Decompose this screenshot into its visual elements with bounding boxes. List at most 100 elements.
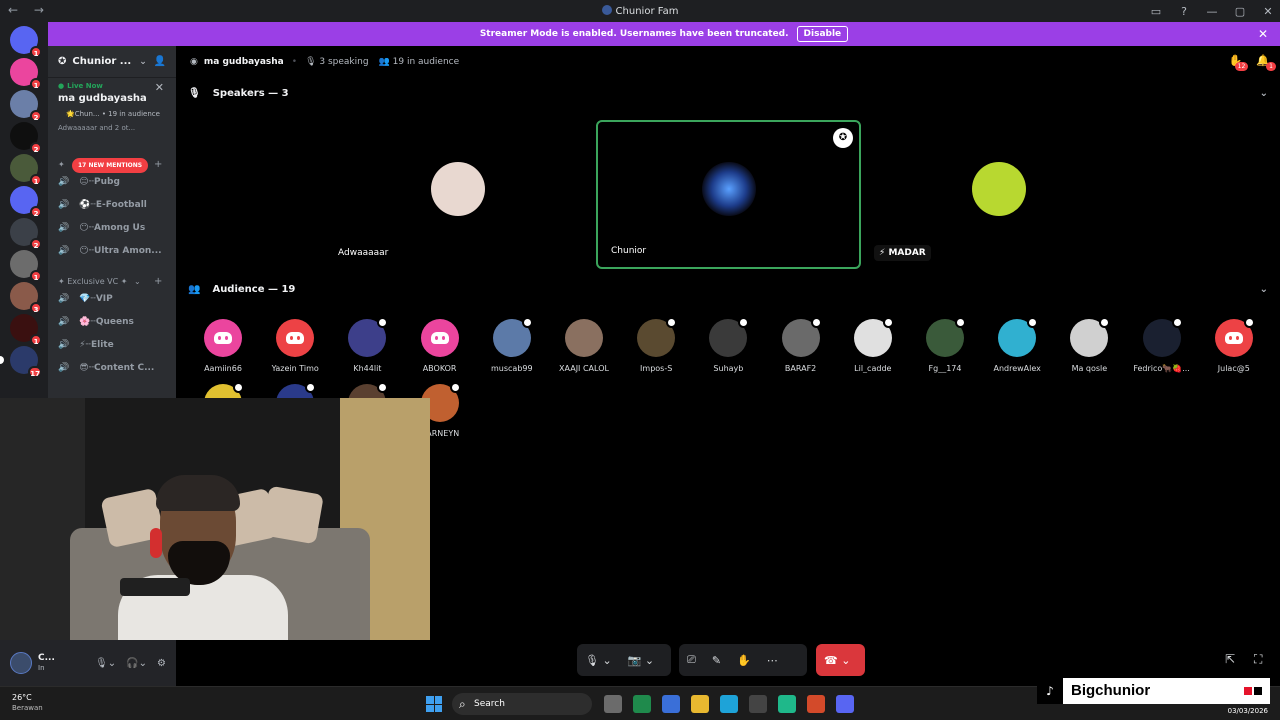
server-icon[interactable]: 2 <box>10 186 42 218</box>
server-icon[interactable]: 1 <box>10 58 42 90</box>
speakers-header[interactable]: 🎙 Speakers — 3 ⌄ <box>188 88 1268 99</box>
whatsapp-icon[interactable] <box>778 695 796 713</box>
chevron-down-icon[interactable]: ⌄ <box>1260 88 1268 99</box>
activity-button[interactable]: ✎ <box>704 654 729 667</box>
voice-channel[interactable]: 🔊 💎╌VIP <box>58 294 170 304</box>
edge-icon[interactable] <box>720 695 738 713</box>
server-icon[interactable]: 2 <box>10 218 42 250</box>
close-banner-icon[interactable]: ✕ <box>1258 27 1268 41</box>
help-icon[interactable]: ? <box>1172 0 1196 22</box>
voice-channel[interactable]: 🔊 ⚡╌Elite <box>58 340 170 350</box>
avatar[interactable] <box>10 652 32 674</box>
server-header[interactable]: ✪ Chunior ... ⌄ 👤 <box>48 46 176 78</box>
minimize-button[interactable]: — <box>1200 0 1224 22</box>
disable-button[interactable]: Disable <box>796 26 849 42</box>
camera-toggle-button[interactable]: 📷 ⌄ <box>620 654 662 667</box>
live-now-card[interactable]: Live Now ✕ ma gudbayasha 🌟Chun... • 19 i… <box>48 78 176 136</box>
screen-share-button[interactable]: ⎚ <box>679 653 704 667</box>
raise-hand-button[interactable]: ✋ <box>729 654 759 667</box>
audience-member[interactable]: Aamiin66 <box>187 319 259 373</box>
audience-member[interactable]: Fg__174 <box>909 317 981 373</box>
close-window-button[interactable]: ✕ <box>1256 0 1280 22</box>
audience-member[interactable]: AndrewAlex <box>981 317 1053 373</box>
close-icon[interactable]: ✕ <box>155 81 164 94</box>
add-channel-icon[interactable]: + <box>154 276 162 287</box>
voice-channel[interactable]: 🔊 😎╌Content C... <box>58 363 170 373</box>
status-icon <box>377 317 389 328</box>
audience-member[interactable]: Ma qosle <box>1053 317 1125 373</box>
new-mentions-badge[interactable]: 17 NEW MENTIONS <box>72 158 149 173</box>
speaker-tile[interactable]: ⚡ MADAR <box>866 120 1131 269</box>
fullscreen-icon[interactable]: ⛶ <box>1254 652 1262 667</box>
audience-name: Fg__174 <box>928 364 962 373</box>
inbox-icon[interactable]: ▭ <box>1144 0 1168 22</box>
server-icon[interactable]: 1 <box>10 314 42 346</box>
weather-widget[interactable]: 26°C Berawan <box>12 693 43 713</box>
speaker-tile[interactable]: Adwaaaaar <box>325 120 590 269</box>
audience-member[interactable]: Suhayb <box>692 317 764 373</box>
server-icon[interactable]: 3 <box>10 282 42 314</box>
voice-channel[interactable]: 🔊 🌸╌Queens <box>58 317 170 327</box>
notification-icon[interactable]: 🔔 1 <box>1256 54 1276 71</box>
audience-header[interactable]: 👥 Audience — 19 ⌄ <box>188 284 1268 295</box>
audience-member[interactable]: Impos-S <box>620 317 692 373</box>
server-name: Chunior ... <box>72 56 132 67</box>
voice-channel[interactable]: 🔊 ⚽╌E-Football <box>58 200 170 210</box>
gear-icon[interactable]: ⚙ <box>157 658 166 669</box>
start-icon[interactable] <box>426 696 442 712</box>
discord-icon[interactable] <box>836 695 854 713</box>
task-view-icon[interactable] <box>604 695 622 713</box>
chrome-icon[interactable] <box>807 695 825 713</box>
audience-name: AndrewAlex <box>993 364 1041 373</box>
audience-member[interactable]: Julac@5 <box>1198 317 1270 373</box>
voice-channel[interactable]: 🔊 😑╌Pubg <box>58 177 170 187</box>
search-input[interactable]: Search <box>452 693 592 715</box>
folder-icon[interactable] <box>691 695 709 713</box>
more-button[interactable]: ⋯ <box>759 654 786 667</box>
category-exclusive-vc[interactable]: ✦ Exclusive VC ✦ ⌄ + <box>58 276 162 287</box>
user-name[interactable]: C... In <box>38 653 55 673</box>
voice-channel[interactable]: 🔊 😶╌Ultra Amon... <box>58 246 170 256</box>
server-icon[interactable]: 1 <box>10 154 42 186</box>
server-badge: 1 <box>30 334 42 346</box>
webcam-overlay <box>0 398 430 640</box>
audience-member[interactable]: BARAF2 <box>765 317 837 373</box>
add-member-icon[interactable]: 👤 <box>154 56 166 67</box>
speaker-name: ⚡ MADAR <box>874 245 931 261</box>
raise-hand-icon[interactable]: ✋ 12 <box>1229 54 1249 71</box>
mic-icon[interactable]: 🎙⌄ <box>95 658 116 669</box>
voice-channel[interactable]: 🔊 😶╌Among Us <box>58 223 170 233</box>
status-icon <box>882 317 894 328</box>
excel-icon[interactable] <box>633 695 651 713</box>
audience-member[interactable]: ABOKOR <box>404 319 476 373</box>
server-logo-icon <box>601 5 612 15</box>
audience-member[interactable]: XAAJI CALOL <box>548 319 620 373</box>
m365-icon[interactable] <box>662 695 680 713</box>
audience-member[interactable]: Kh44lit <box>331 317 403 373</box>
status-icon <box>1099 317 1111 328</box>
streamer-mode-banner: Streamer Mode is enabled. Usernames have… <box>48 22 1280 46</box>
server-badge: 2 <box>30 110 42 122</box>
notification-count: 1 <box>1266 62 1276 71</box>
leave-stage-button[interactable]: ☎ ⌄ <box>816 644 865 676</box>
stage-topbar: ◉ ma gudbayasha • 🎙 3 speaking 👥 19 in a… <box>176 46 1280 78</box>
server-icon[interactable]: 2 <box>10 90 42 122</box>
server-icon[interactable]: 1 <box>10 250 42 282</box>
chevron-down-icon[interactable]: ⌄ <box>139 57 147 67</box>
audience-member[interactable]: Fedrico🐂🍓... <box>1126 317 1198 373</box>
mic-toggle-button[interactable]: 🎙 ⌄ <box>577 654 620 667</box>
maximize-button[interactable]: ▢ <box>1228 0 1252 22</box>
speaker-tile[interactable]: Chunior ✪ <box>596 120 861 269</box>
headphones-icon[interactable]: 🎧⌄ <box>126 658 147 669</box>
audience-member[interactable]: muscab99 <box>476 317 548 373</box>
audience-member[interactable]: Lil_cadde <box>837 317 909 373</box>
category-a[interactable]: ✦ + <box>58 159 162 170</box>
server-icon[interactable]: 2 <box>10 122 42 154</box>
chevron-down-icon[interactable]: ⌄ <box>1260 284 1268 295</box>
server-icon[interactable]: 17 <box>0 346 42 378</box>
chatgpt-icon[interactable] <box>749 695 767 713</box>
popout-icon[interactable]: ⇱ <box>1225 652 1235 666</box>
audience-member[interactable]: Yazein Timo <box>259 319 331 373</box>
add-channel-icon[interactable]: + <box>154 159 162 170</box>
server-icon[interactable]: 1 <box>10 26 42 58</box>
